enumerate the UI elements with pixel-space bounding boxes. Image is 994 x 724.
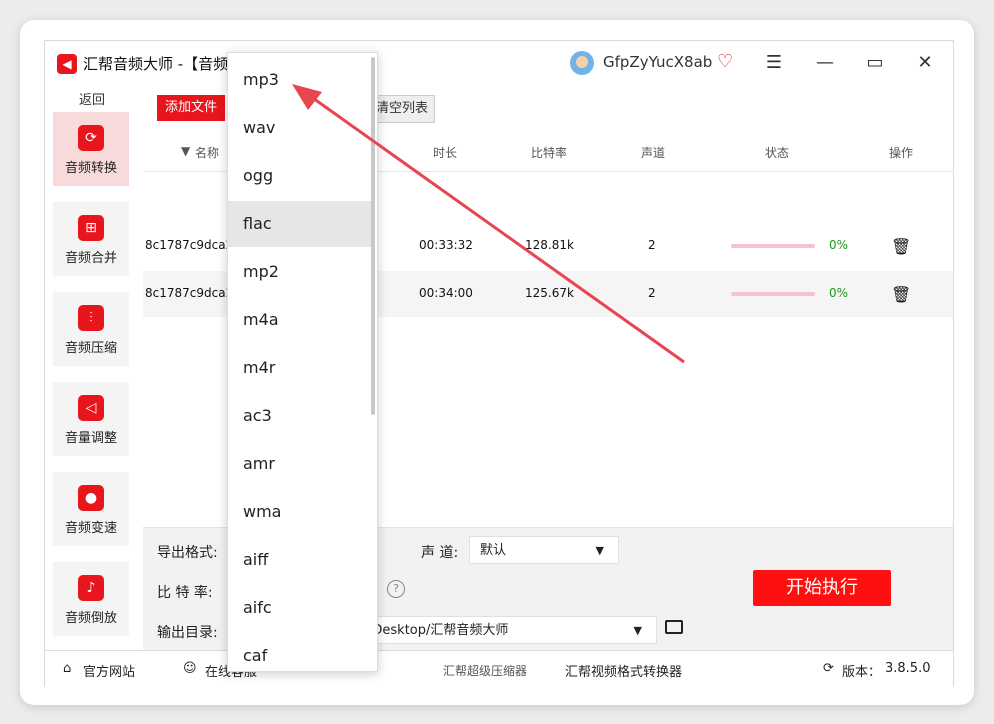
column-duration: 时长 xyxy=(433,146,458,160)
sidebar-item-label: 音频压缩 xyxy=(64,341,117,356)
format-option-highlighted[interactable]: flac xyxy=(228,201,371,247)
format-option[interactable]: ac3 xyxy=(228,393,371,439)
chevron-down-icon: ▼ xyxy=(633,624,642,637)
format-option[interactable]: ogg xyxy=(228,153,371,199)
progress-percent: 0% xyxy=(829,286,849,300)
vip-diamond-icon[interactable]: ♡ xyxy=(717,51,733,72)
sidebar-item-label: 音频转换 xyxy=(64,161,117,176)
bitrate-label: 比 特 率: xyxy=(157,585,213,601)
file-name: 8c1787c9dca2 xyxy=(145,238,234,252)
sidebar-item-label: 音量调整 xyxy=(64,431,117,446)
mic-icon: ● xyxy=(78,485,104,511)
trash-icon[interactable]: 🗑 xyxy=(891,285,911,304)
format-option[interactable]: aiff xyxy=(228,537,371,583)
footer: ⌂ 官方网站 ☺ 在线客服 汇帮超级压缩器 汇帮视频格式转换器 ⟳ 版本： 3.… xyxy=(45,650,953,687)
sidebar-item-audio-convert[interactable]: ⟳ 音频转换 xyxy=(53,112,129,186)
maximize-button[interactable]: ▭ xyxy=(860,49,890,77)
music-note-icon: ♪ xyxy=(78,575,104,601)
format-option[interactable]: caf xyxy=(228,633,371,671)
sidebar-item-label: 音频倒放 xyxy=(64,611,117,626)
menu-button[interactable]: ☰ xyxy=(759,49,789,77)
export-format-label: 导出格式: xyxy=(157,545,218,561)
folder-icon[interactable] xyxy=(665,620,683,634)
progress-bar xyxy=(731,292,815,296)
minimize-button[interactable]: — xyxy=(810,49,840,77)
sidebar-item-audio-compress[interactable]: ⫶ 音频压缩 xyxy=(53,292,129,366)
user-name[interactable]: GfpZyYucX8ab xyxy=(603,53,712,71)
file-duration: 00:33:32 xyxy=(419,238,473,252)
format-option[interactable]: amr xyxy=(228,441,371,487)
output-dir-field[interactable]: /Desktop/汇帮音频大师 ▼ xyxy=(343,616,657,644)
volume-icon: ◁ xyxy=(78,395,104,421)
sidebar-item-volume[interactable]: ◁ 音量调整 xyxy=(53,382,129,456)
version-value: 3.8.5.0 xyxy=(885,661,931,676)
sort-arrow-icon[interactable]: ▼ xyxy=(181,144,190,158)
channel-label: 声 道: xyxy=(421,545,459,561)
refresh-icon[interactable]: ⟳ xyxy=(823,661,834,676)
help-icon[interactable]: ? xyxy=(387,580,405,598)
output-dir-value: /Desktop/汇帮音频大师 xyxy=(368,623,509,638)
file-name: 8c1787c9dca2 xyxy=(145,286,234,300)
audio-convert-icon: ⟳ xyxy=(78,125,104,151)
audio-merge-icon: ⊞ xyxy=(78,215,104,241)
column-channels: 声道 xyxy=(641,146,666,160)
app-window: ◀ 汇帮音频大师 -【音频转换】 GfpZyYucX8ab ♡ ☰ — ▭ ✕ … xyxy=(44,40,954,687)
file-channels: 2 xyxy=(648,286,656,300)
file-channels: 2 xyxy=(648,238,656,252)
sidebar-item-reverse[interactable]: ♪ 音频倒放 xyxy=(53,562,129,636)
output-dir-label: 输出目录: xyxy=(157,625,218,641)
user-avatar[interactable] xyxy=(570,51,594,75)
headset-icon: ☺ xyxy=(183,661,197,676)
progress-bar xyxy=(731,244,815,248)
home-icon: ⌂ xyxy=(63,661,72,676)
channel-select[interactable]: 默认 ▼ xyxy=(469,536,619,564)
column-actions: 操作 xyxy=(889,146,914,160)
format-option[interactable]: mp2 xyxy=(228,249,371,295)
app-logo-icon: ◀ xyxy=(57,54,77,74)
sidebar: 返回 ⟳ 音频转换 ⊞ 音频合并 ⫶ 音频压缩 ◁ 音量调整 ● 音频变速 ♪ … xyxy=(45,85,143,650)
format-option[interactable]: mp3 xyxy=(228,57,371,103)
column-status: 状态 xyxy=(765,146,790,160)
column-bitrate: 比特率 xyxy=(531,146,568,160)
sidebar-item-label: 音频合并 xyxy=(64,251,117,266)
sidebar-item-label: 音频变速 xyxy=(64,521,117,536)
file-bitrate: 128.81k xyxy=(525,238,574,252)
video-converter-link[interactable]: 汇帮视频格式转换器 xyxy=(565,661,682,680)
back-link[interactable]: 返回 xyxy=(45,89,139,108)
column-name[interactable]: 名称 xyxy=(195,144,219,161)
progress-percent: 0% xyxy=(829,238,849,252)
sidebar-item-audio-merge[interactable]: ⊞ 音频合并 xyxy=(53,202,129,276)
dropdown-scrollbar[interactable] xyxy=(371,57,375,415)
audio-compress-icon: ⫶ xyxy=(78,305,104,331)
title-bar: ◀ 汇帮音频大师 -【音频转换】 GfpZyYucX8ab ♡ ☰ — ▭ ✕ xyxy=(45,41,953,85)
sidebar-item-speed[interactable]: ● 音频变速 xyxy=(53,472,129,546)
trash-icon[interactable]: 🗑 xyxy=(891,237,911,256)
format-option[interactable]: m4r xyxy=(228,345,371,391)
format-option[interactable]: wma xyxy=(228,489,371,535)
format-dropdown-list[interactable]: mp3 wav ogg flac mp2 m4a m4r ac3 amr wma… xyxy=(227,52,378,672)
version-label: 版本： xyxy=(842,665,882,680)
channel-value: 默认 xyxy=(480,543,507,558)
compressor-link[interactable]: 汇帮超级压缩器 xyxy=(443,662,527,679)
file-bitrate: 125.67k xyxy=(525,286,574,300)
file-duration: 00:34:00 xyxy=(419,286,473,300)
chevron-down-icon: ▼ xyxy=(595,544,604,557)
format-option[interactable]: m4a xyxy=(228,297,371,343)
format-option[interactable]: aifc xyxy=(228,585,371,631)
close-button[interactable]: ✕ xyxy=(910,49,940,77)
clear-list-button[interactable]: 清空列表 xyxy=(369,95,435,123)
start-button[interactable]: 开始执行 xyxy=(753,570,891,606)
add-files-button[interactable]: 添加文件 xyxy=(157,95,225,121)
format-option[interactable]: wav xyxy=(228,105,371,151)
official-website-link[interactable]: 官方网站 xyxy=(83,661,135,680)
